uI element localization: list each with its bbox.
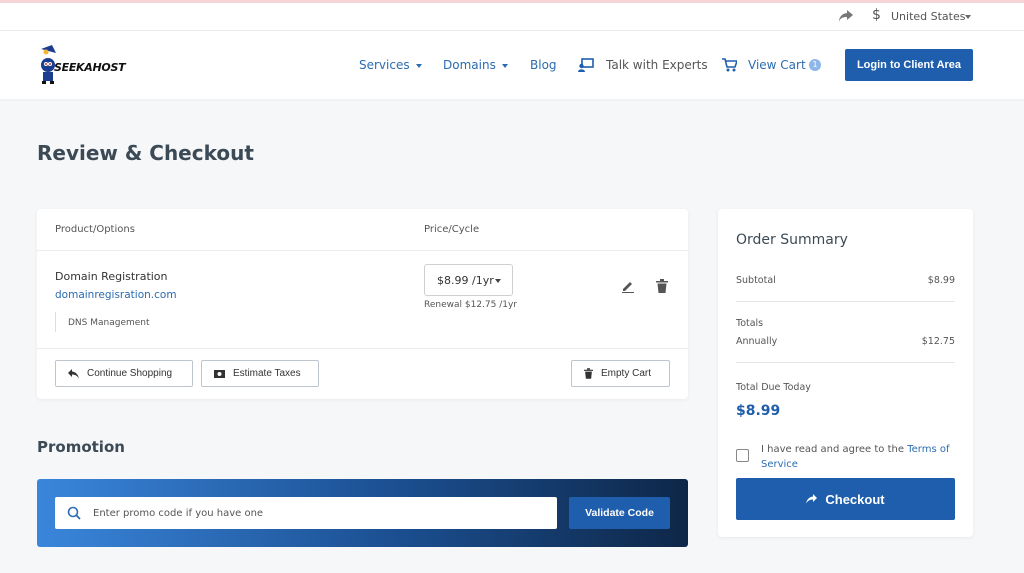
search-icon bbox=[67, 506, 81, 520]
chevron-down-icon bbox=[501, 63, 508, 68]
arrow-icon bbox=[806, 494, 818, 504]
column-header-price: Price/Cycle bbox=[424, 224, 480, 235]
chevron-down-icon bbox=[495, 279, 501, 283]
money-icon bbox=[214, 369, 225, 378]
chevron-down-icon bbox=[965, 15, 971, 19]
promotion-title: Promotion bbox=[37, 438, 125, 456]
total-due-value: $8.99 bbox=[736, 403, 781, 419]
promo-code-input[interactable] bbox=[55, 497, 557, 529]
nav-services-label: Services bbox=[359, 58, 410, 72]
product-option: DNS Management bbox=[68, 318, 150, 328]
product-name: Domain Registration bbox=[55, 270, 168, 283]
terms-checkbox[interactable] bbox=[736, 449, 749, 462]
billing-cycle-select[interactable]: $8.99 /1yr bbox=[424, 264, 513, 296]
annually-value: $12.75 bbox=[921, 336, 955, 347]
trash-icon[interactable] bbox=[656, 279, 668, 293]
logo-text: SEEKAHOST bbox=[54, 61, 126, 74]
nav-view-cart[interactable]: View Cart bbox=[748, 58, 806, 72]
continue-shopping-label: Continue Shopping bbox=[87, 368, 173, 379]
page-title: Review & Checkout bbox=[37, 141, 254, 165]
cart-count-badge: 1 bbox=[809, 59, 821, 71]
reply-icon bbox=[68, 368, 79, 378]
checkout-label: Checkout bbox=[825, 491, 885, 507]
nav-domains[interactable]: Domains bbox=[443, 58, 508, 72]
trash-icon bbox=[584, 368, 593, 379]
order-summary-card: Order Summary Subtotal $8.99 Totals Annu… bbox=[718, 209, 973, 537]
edit-icon[interactable] bbox=[621, 279, 635, 293]
login-client-area-button[interactable]: Login to Client Area bbox=[845, 49, 973, 81]
nav-services[interactable]: Services bbox=[359, 58, 422, 72]
main-header: SEEKAHOST Services Domains Blog Talk wit… bbox=[0, 31, 1024, 99]
order-summary-title: Order Summary bbox=[736, 232, 848, 248]
empty-cart-label: Empty Cart bbox=[601, 368, 652, 379]
terms-prefix: I have read and agree to the bbox=[761, 444, 908, 455]
nav-blog[interactable]: Blog bbox=[530, 58, 557, 72]
nav-talk-with-experts[interactable]: Talk with Experts bbox=[606, 58, 708, 72]
column-header-product: Product/Options bbox=[55, 224, 135, 235]
totals-label: Totals bbox=[736, 318, 764, 329]
validate-code-button[interactable]: Validate Code bbox=[569, 497, 670, 529]
total-due-label: Total Due Today bbox=[736, 382, 811, 393]
summary-divider bbox=[736, 362, 955, 363]
estimate-taxes-button[interactable]: Estimate Taxes bbox=[201, 360, 319, 387]
estimate-taxes-label: Estimate Taxes bbox=[233, 368, 301, 379]
summary-divider bbox=[736, 301, 955, 302]
billing-cycle-value: $8.99 /1yr bbox=[437, 274, 494, 287]
checkout-button[interactable]: Checkout bbox=[736, 478, 955, 520]
cart-icon[interactable] bbox=[722, 58, 737, 72]
header-divider bbox=[37, 250, 688, 251]
subtotal-label: Subtotal bbox=[736, 275, 776, 286]
option-divider bbox=[55, 312, 56, 332]
chevron-down-icon bbox=[415, 63, 422, 68]
annually-label: Annually bbox=[736, 336, 778, 347]
country-selector[interactable]: United States bbox=[891, 10, 966, 23]
renewal-price: Renewal $12.75 /1yr bbox=[424, 300, 518, 310]
row-divider bbox=[37, 348, 688, 349]
cart-table-card: Product/Options Price/Cycle Domain Regis… bbox=[37, 209, 688, 399]
product-domain[interactable]: domainregisration.com bbox=[55, 289, 177, 301]
continue-shopping-button[interactable]: Continue Shopping bbox=[55, 360, 193, 387]
experts-icon[interactable] bbox=[578, 58, 594, 72]
share-icon[interactable] bbox=[838, 9, 854, 23]
subtotal-value: $8.99 bbox=[927, 275, 955, 286]
dollar-icon: $ bbox=[872, 7, 881, 23]
nav-domains-label: Domains bbox=[443, 58, 496, 72]
terms-agreement-text: I have read and agree to the Terms of Se… bbox=[761, 442, 961, 472]
empty-cart-button[interactable]: Empty Cart bbox=[571, 360, 670, 387]
utility-bar: $ United States bbox=[0, 3, 1024, 31]
promotion-panel: Validate Code bbox=[37, 479, 688, 547]
